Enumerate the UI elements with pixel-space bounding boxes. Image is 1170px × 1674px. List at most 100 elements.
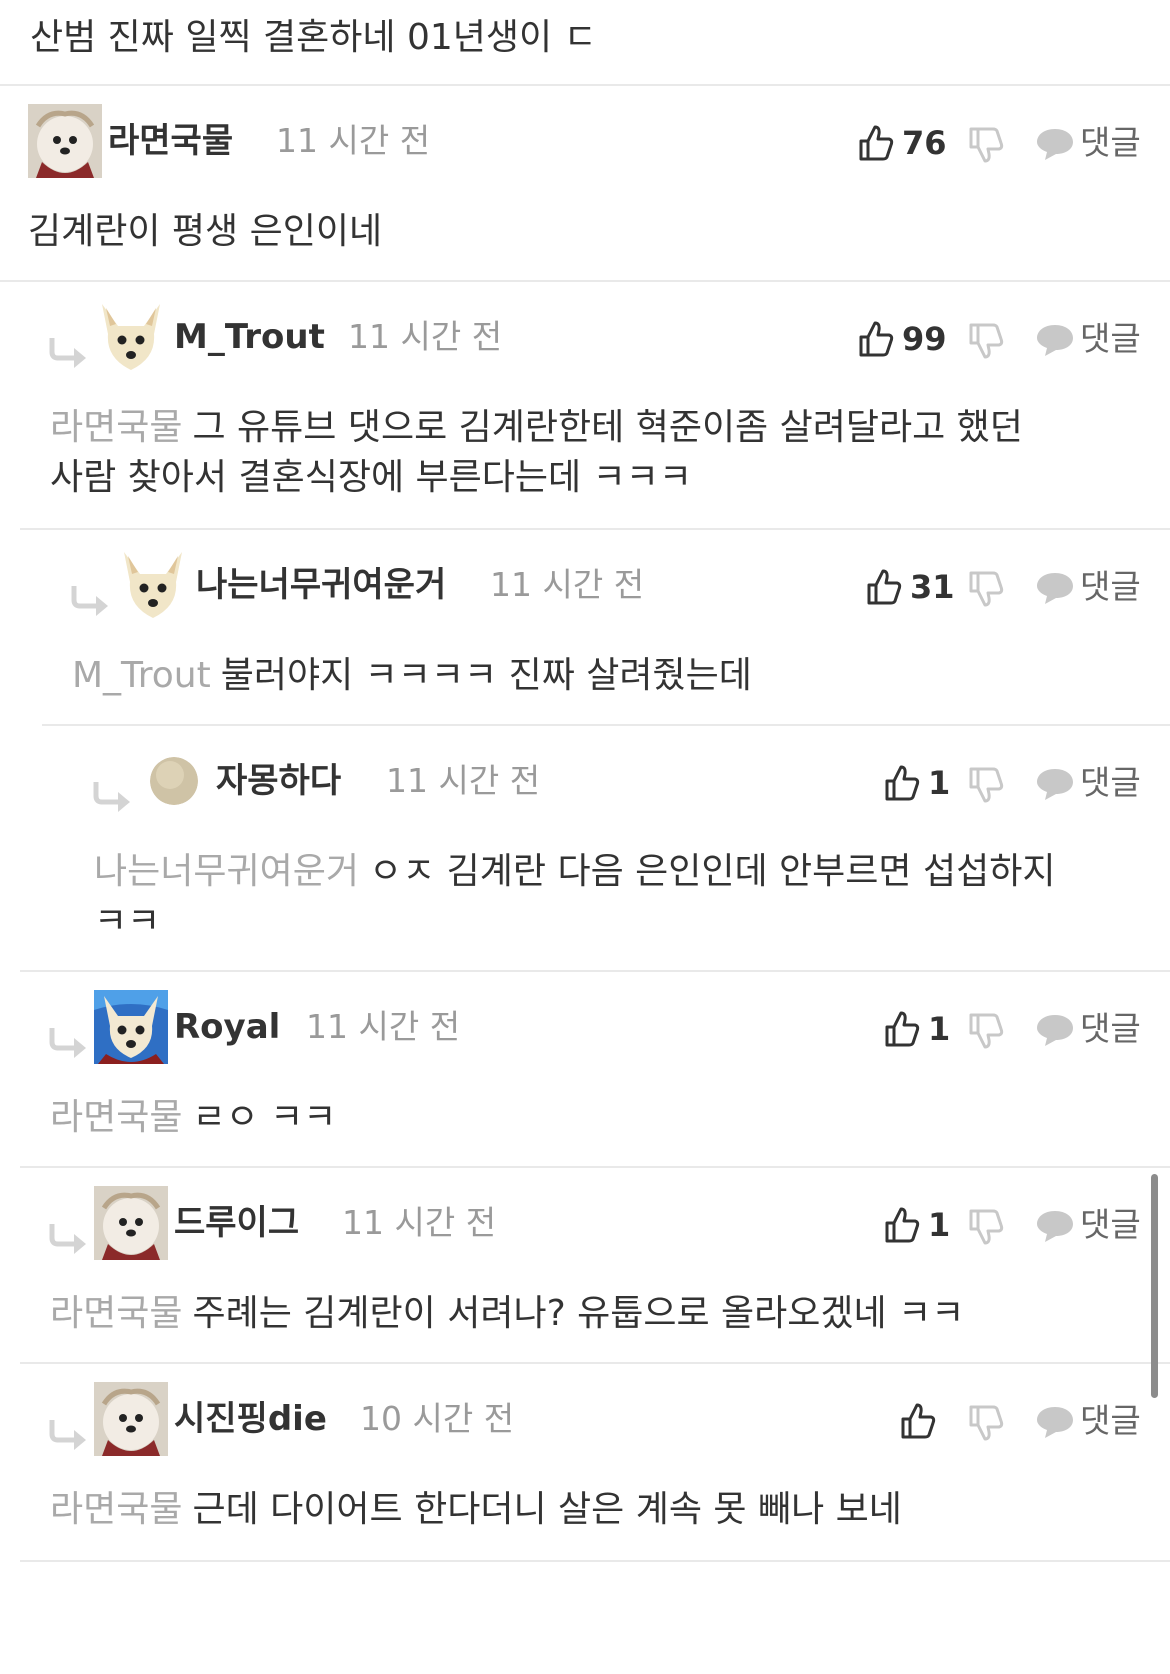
comment-header: 자몽하다 11 시간 전 1 댓글 (0, 744, 1170, 824)
thumbs-up-icon[interactable] (900, 1402, 936, 1440)
thumbs-up-icon[interactable] (858, 124, 894, 162)
thumbs-down-icon[interactable] (968, 570, 1004, 608)
timestamp: 11 시간 전 (348, 317, 503, 356)
thumbs-down-icon[interactable] (968, 1012, 1004, 1050)
speech-bubble-icon[interactable] (1036, 127, 1074, 161)
timestamp: 11 시간 전 (306, 1007, 461, 1046)
speech-bubble-icon[interactable] (1036, 323, 1074, 357)
comment-text: ㅇㅈ 김계란 다음 은인인데 안부르면 섭섭하지 (368, 851, 1056, 892)
divider (20, 970, 1170, 972)
comment-text: 주례는 김계란이 서려나? 유툽으로 올라오겠네 ㅋㅋ (192, 1293, 965, 1334)
avatar[interactable] (94, 1382, 168, 1456)
comment-actions: 댓글 (900, 1396, 1141, 1446)
avatar[interactable] (94, 300, 168, 374)
speech-bubble-icon[interactable] (1036, 1209, 1074, 1243)
thumbs-up-icon[interactable] (858, 320, 894, 358)
avatar[interactable] (94, 990, 168, 1064)
comment: 시진핑die 10 시간 전 댓글 라면국물 근데 다이어트 한다더니 살은 계속… (0, 1382, 1170, 1562)
divider (20, 1166, 1170, 1168)
divider (20, 528, 1170, 530)
nickname[interactable]: Royal (174, 1002, 280, 1052)
mention-link[interactable]: M_Trout (72, 655, 211, 696)
thumbs-up-icon[interactable] (884, 1010, 920, 1048)
speech-bubble-icon[interactable] (1036, 1013, 1074, 1047)
post-body-text: 산범 진짜 일찍 결혼하네 01년생이 ㄷ (30, 17, 597, 58)
nickname[interactable]: 라면국물 (108, 116, 233, 166)
comment-header: M_Trout 11 시간 전 99 댓글 (0, 300, 1170, 380)
nickname[interactable]: 자몽하다 (216, 756, 341, 806)
reply-button[interactable]: 댓글 (1080, 1200, 1141, 1250)
thumbs-up-icon[interactable] (884, 764, 920, 802)
mention-link[interactable]: 라면국물 (50, 407, 182, 448)
comment: 라면국물 11 시간 전 76 댓글 김계란이 평생 은인이네 (0, 104, 1170, 284)
comment-actions: 31 댓글 (866, 562, 1141, 612)
comment: Royal 11 시간 전 1 댓글 라면국물 ㄹㅇ ㅋㅋ (0, 990, 1170, 1170)
avatar[interactable] (28, 104, 102, 178)
comment-body: 라면국물 그 유튜브 댓으로 김계란한테 혁준이좀 살려달라고 했던 (50, 402, 1023, 454)
mention-link[interactable]: 나는너무귀여운거 (94, 851, 359, 892)
comment-text: 불러야지 ㅋㅋㅋㅋ 진짜 살려줬는데 (220, 655, 752, 696)
thumbs-down-icon[interactable] (968, 1404, 1004, 1442)
reply-button[interactable]: 댓글 (1080, 1396, 1141, 1446)
comment-body: 김계란이 평생 은인이네 (28, 206, 382, 258)
reply-button[interactable]: 댓글 (1080, 118, 1141, 168)
divider (0, 84, 1170, 86)
thumbs-down-icon[interactable] (968, 1208, 1004, 1246)
speech-bubble-icon[interactable] (1036, 1405, 1074, 1439)
mention-link[interactable]: 라면국물 (50, 1293, 182, 1334)
comment-actions: 1 댓글 (884, 1200, 1141, 1250)
comment-body: 라면국물 ㄹㅇ ㅋㅋ (50, 1092, 336, 1144)
speech-bubble-icon[interactable] (1036, 571, 1074, 605)
reply-button[interactable]: 댓글 (1080, 758, 1141, 808)
reply-arrow-icon (49, 1420, 86, 1450)
comment-actions: 1 댓글 (884, 1004, 1141, 1054)
reply-button[interactable]: 댓글 (1080, 562, 1141, 612)
nickname[interactable]: 시진핑die (174, 1394, 327, 1444)
comment-body: 라면국물 근데 다이어트 한다더니 살은 계속 못 빼나 보네 (50, 1484, 902, 1536)
mention-link[interactable]: 라면국물 (50, 1489, 182, 1530)
comment-header: 드루이그 11 시간 전 1 댓글 (0, 1186, 1170, 1266)
reply-arrow-icon (49, 1028, 86, 1058)
thumbs-down-icon[interactable] (968, 766, 1004, 804)
comment-body-line2: 사람 찾아서 결혼식장에 부른다는데 ㅋㅋㅋ (50, 457, 692, 498)
divider (20, 1560, 1170, 1562)
comment-header: 나는너무귀여운거 11 시간 전 31 댓글 (0, 548, 1170, 628)
reply-arrow-icon (71, 586, 108, 616)
scrollbar[interactable] (1151, 1174, 1158, 1398)
comment: 나는너무귀여운거 11 시간 전 31 댓글 M_Trout 불러야지 ㅋㅋㅋㅋ … (0, 548, 1170, 728)
comment-header: 라면국물 11 시간 전 76 댓글 (0, 104, 1170, 184)
thumbs-up-icon[interactable] (866, 568, 902, 606)
timestamp: 10 시간 전 (360, 1399, 515, 1438)
comment-text: ㄹㅇ ㅋㅋ (192, 1097, 337, 1138)
comment-header: Royal 11 시간 전 1 댓글 (0, 990, 1170, 1070)
reply-arrow-icon (93, 782, 130, 812)
avatar[interactable] (150, 757, 198, 805)
timestamp: 11 시간 전 (276, 121, 431, 160)
comment-actions: 1 댓글 (884, 758, 1141, 808)
comment-text: 근데 다이어트 한다더니 살은 계속 못 빼나 보네 (192, 1489, 902, 1530)
like-count: 1 (928, 1206, 951, 1244)
timestamp: 11 시간 전 (342, 1203, 497, 1242)
comment-text: 김계란이 평생 은인이네 (28, 211, 383, 252)
nickname[interactable]: 나는너무귀여운거 (196, 560, 446, 610)
comment-body-line2: ㅋㅋ (94, 901, 161, 942)
reply-button[interactable]: 댓글 (1080, 314, 1141, 364)
divider (20, 1362, 1170, 1364)
mention-link[interactable]: 라면국물 (50, 1097, 182, 1138)
comment-body: 나는너무귀여운거 ㅇㅈ 김계란 다음 은인인데 안부르면 섭섭하지 (94, 846, 1055, 898)
reply-arrow-icon (49, 1224, 86, 1254)
thumbs-down-icon[interactable] (968, 126, 1004, 164)
divider (42, 724, 1170, 726)
like-count: 31 (910, 568, 955, 606)
nickname[interactable]: 드루이그 (174, 1198, 299, 1248)
comment-body: M_Trout 불러야지 ㅋㅋㅋㅋ 진짜 살려줬는데 (72, 650, 752, 702)
comment-text: 그 유튜브 댓으로 김계란한테 혁준이좀 살려달라고 했던 (192, 407, 1023, 448)
avatar[interactable] (94, 1186, 168, 1260)
thumbs-up-icon[interactable] (884, 1206, 920, 1244)
like-count: 1 (928, 764, 951, 802)
nickname[interactable]: M_Trout (174, 312, 325, 362)
thumbs-down-icon[interactable] (968, 322, 1004, 360)
speech-bubble-icon[interactable] (1036, 767, 1074, 801)
reply-button[interactable]: 댓글 (1080, 1004, 1141, 1054)
avatar[interactable] (116, 548, 190, 622)
